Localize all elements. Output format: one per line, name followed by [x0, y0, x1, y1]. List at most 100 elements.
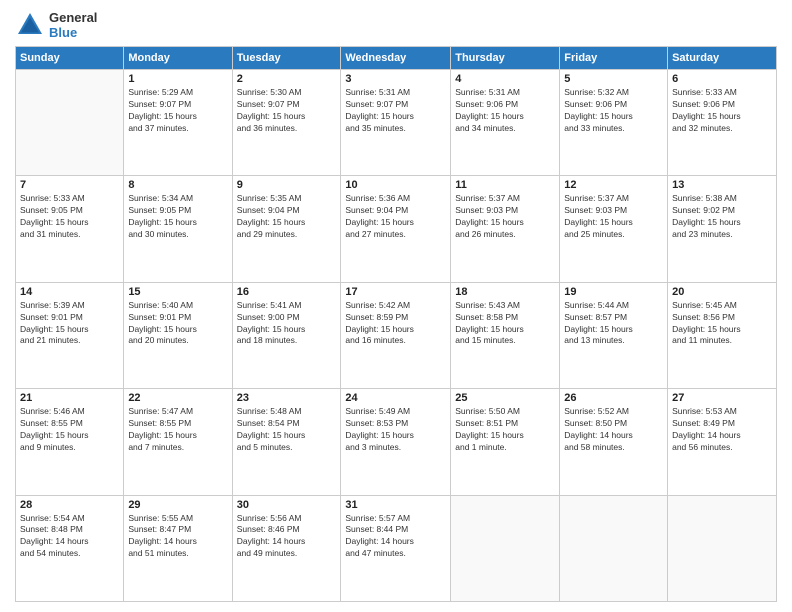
calendar-cell: 26 Sunrise: 5:52 AM Sunset: 8:50 PM Dayli…	[560, 389, 668, 495]
day-number: 12	[564, 179, 663, 191]
week-row-5: 28 Sunrise: 5:54 AM Sunset: 8:48 PM Dayli…	[16, 495, 777, 601]
day-number: 17	[345, 286, 446, 298]
day-number: 8	[128, 179, 227, 191]
day-info: Sunrise: 5:37 AM Sunset: 9:03 PM Dayligh…	[564, 193, 663, 241]
calendar-cell: 4Sunrise: 5:31 AM Sunset: 9:06 PM Daylig…	[451, 70, 560, 176]
calendar-cell: 28 Sunrise: 5:54 AM Sunset: 8:48 PM Dayli…	[16, 495, 124, 601]
day-info: Sunrise: 5:35 AM Sunset: 9:04 PM Dayligh…	[237, 193, 337, 241]
day-number: 10	[345, 179, 446, 191]
day-number: 15	[128, 286, 227, 298]
header: General Blue	[15, 10, 777, 40]
week-row-3: 14Sunrise: 5:39 AM Sunset: 9:01 PM Dayli…	[16, 282, 777, 388]
calendar-cell: 2Sunrise: 5:30 AM Sunset: 9:07 PM Daylig…	[232, 70, 341, 176]
day-number: 7	[20, 179, 119, 191]
day-info: Sunrise: 5:49 AM Sunset: 8:53 PM Dayligh…	[345, 406, 446, 454]
calendar-cell: 15 Sunrise: 5:40 AM Sunset: 9:01 PM Dayli…	[124, 282, 232, 388]
day-info: Sunrise: 5:53 AM Sunset: 8:49 PM Dayligh…	[672, 406, 772, 454]
calendar-cell: 27 Sunrise: 5:53 AM Sunset: 8:49 PM Dayli…	[668, 389, 777, 495]
calendar-cell: 11 Sunrise: 5:37 AM Sunset: 9:03 PM Dayli…	[451, 176, 560, 282]
day-info: Sunrise: 5:33 AM Sunset: 9:06 PM Dayligh…	[672, 87, 772, 135]
day-info: Sunrise: 5:31 AM Sunset: 9:06 PM Dayligh…	[455, 87, 555, 135]
day-info: Sunrise: 5:40 AM Sunset: 9:01 PM Dayligh…	[128, 300, 227, 348]
day-number: 18	[455, 286, 555, 298]
day-number: 5	[564, 73, 663, 85]
day-number: 26	[564, 392, 663, 404]
logo: General Blue	[15, 10, 97, 40]
day-number: 23	[237, 392, 337, 404]
day-number: 1	[128, 73, 227, 85]
calendar-cell: 10 Sunrise: 5:36 AM Sunset: 9:04 PM Dayli…	[341, 176, 451, 282]
day-info: Sunrise: 5:30 AM Sunset: 9:07 PM Dayligh…	[237, 87, 337, 135]
day-info: Sunrise: 5:37 AM Sunset: 9:03 PM Dayligh…	[455, 193, 555, 241]
calendar-cell: 16Sunrise: 5:41 AM Sunset: 9:00 PM Dayli…	[232, 282, 341, 388]
day-info: Sunrise: 5:56 AM Sunset: 8:46 PM Dayligh…	[237, 513, 337, 561]
day-number: 30	[237, 499, 337, 511]
day-info: Sunrise: 5:47 AM Sunset: 8:55 PM Dayligh…	[128, 406, 227, 454]
calendar-cell: 5 Sunrise: 5:32 AM Sunset: 9:06 PM Daylig…	[560, 70, 668, 176]
day-info: Sunrise: 5:46 AM Sunset: 8:55 PM Dayligh…	[20, 406, 119, 454]
col-header-sunday: Sunday	[16, 47, 124, 70]
calendar-cell: 14Sunrise: 5:39 AM Sunset: 9:01 PM Dayli…	[16, 282, 124, 388]
calendar-cell: 9 Sunrise: 5:35 AM Sunset: 9:04 PM Daylig…	[232, 176, 341, 282]
calendar-cell: 21Sunrise: 5:46 AM Sunset: 8:55 PM Dayli…	[16, 389, 124, 495]
day-info: Sunrise: 5:42 AM Sunset: 8:59 PM Dayligh…	[345, 300, 446, 348]
day-number: 19	[564, 286, 663, 298]
day-number: 31	[345, 499, 446, 511]
col-header-monday: Monday	[124, 47, 232, 70]
week-row-1: 1 Sunrise: 5:29 AM Sunset: 9:07 PM Daylig…	[16, 70, 777, 176]
header-row: SundayMondayTuesdayWednesdayThursdayFrid…	[16, 47, 777, 70]
logo-icon	[15, 10, 45, 40]
day-number: 13	[672, 179, 772, 191]
day-info: Sunrise: 5:39 AM Sunset: 9:01 PM Dayligh…	[20, 300, 119, 348]
day-info: Sunrise: 5:33 AM Sunset: 9:05 PM Dayligh…	[20, 193, 119, 241]
calendar-cell: 24 Sunrise: 5:49 AM Sunset: 8:53 PM Dayli…	[341, 389, 451, 495]
day-info: Sunrise: 5:38 AM Sunset: 9:02 PM Dayligh…	[672, 193, 772, 241]
col-header-friday: Friday	[560, 47, 668, 70]
col-header-saturday: Saturday	[668, 47, 777, 70]
calendar-cell	[560, 495, 668, 601]
calendar-cell: 20 Sunrise: 5:45 AM Sunset: 8:56 PM Dayli…	[668, 282, 777, 388]
calendar-cell: 29Sunrise: 5:55 AM Sunset: 8:47 PM Dayli…	[124, 495, 232, 601]
day-number: 29	[128, 499, 227, 511]
calendar-cell: 7 Sunrise: 5:33 AM Sunset: 9:05 PM Daylig…	[16, 176, 124, 282]
day-info: Sunrise: 5:44 AM Sunset: 8:57 PM Dayligh…	[564, 300, 663, 348]
day-number: 9	[237, 179, 337, 191]
calendar-cell: 12 Sunrise: 5:37 AM Sunset: 9:03 PM Dayli…	[560, 176, 668, 282]
col-header-tuesday: Tuesday	[232, 47, 341, 70]
calendar-cell: 1 Sunrise: 5:29 AM Sunset: 9:07 PM Daylig…	[124, 70, 232, 176]
calendar-cell: 19 Sunrise: 5:44 AM Sunset: 8:57 PM Dayli…	[560, 282, 668, 388]
day-number: 11	[455, 179, 555, 191]
day-number: 6	[672, 73, 772, 85]
day-info: Sunrise: 5:29 AM Sunset: 9:07 PM Dayligh…	[128, 87, 227, 135]
week-row-2: 7 Sunrise: 5:33 AM Sunset: 9:05 PM Daylig…	[16, 176, 777, 282]
calendar-cell: 8Sunrise: 5:34 AM Sunset: 9:05 PM Daylig…	[124, 176, 232, 282]
day-number: 3	[345, 73, 446, 85]
day-info: Sunrise: 5:43 AM Sunset: 8:58 PM Dayligh…	[455, 300, 555, 348]
day-info: Sunrise: 5:45 AM Sunset: 8:56 PM Dayligh…	[672, 300, 772, 348]
calendar-cell: 25 Sunrise: 5:50 AM Sunset: 8:51 PM Dayli…	[451, 389, 560, 495]
col-header-thursday: Thursday	[451, 47, 560, 70]
calendar-cell	[451, 495, 560, 601]
day-info: Sunrise: 5:52 AM Sunset: 8:50 PM Dayligh…	[564, 406, 663, 454]
day-number: 25	[455, 392, 555, 404]
day-number: 27	[672, 392, 772, 404]
day-info: Sunrise: 5:54 AM Sunset: 8:48 PM Dayligh…	[20, 513, 119, 561]
day-number: 28	[20, 499, 119, 511]
day-info: Sunrise: 5:41 AM Sunset: 9:00 PM Dayligh…	[237, 300, 337, 348]
week-row-4: 21Sunrise: 5:46 AM Sunset: 8:55 PM Dayli…	[16, 389, 777, 495]
day-number: 20	[672, 286, 772, 298]
calendar-cell: 30 Sunrise: 5:56 AM Sunset: 8:46 PM Dayli…	[232, 495, 341, 601]
day-info: Sunrise: 5:57 AM Sunset: 8:44 PM Dayligh…	[345, 513, 446, 561]
calendar-cell: 31 Sunrise: 5:57 AM Sunset: 8:44 PM Dayli…	[341, 495, 451, 601]
day-info: Sunrise: 5:32 AM Sunset: 9:06 PM Dayligh…	[564, 87, 663, 135]
calendar-cell: 18 Sunrise: 5:43 AM Sunset: 8:58 PM Dayli…	[451, 282, 560, 388]
calendar-cell: 22Sunrise: 5:47 AM Sunset: 8:55 PM Dayli…	[124, 389, 232, 495]
day-info: Sunrise: 5:36 AM Sunset: 9:04 PM Dayligh…	[345, 193, 446, 241]
day-info: Sunrise: 5:50 AM Sunset: 8:51 PM Dayligh…	[455, 406, 555, 454]
page: General Blue SundayMondayTuesdayWednesda…	[0, 0, 792, 612]
calendar-cell: 3Sunrise: 5:31 AM Sunset: 9:07 PM Daylig…	[341, 70, 451, 176]
calendar-cell: 17 Sunrise: 5:42 AM Sunset: 8:59 PM Dayli…	[341, 282, 451, 388]
day-number: 24	[345, 392, 446, 404]
calendar-cell	[16, 70, 124, 176]
col-header-wednesday: Wednesday	[341, 47, 451, 70]
